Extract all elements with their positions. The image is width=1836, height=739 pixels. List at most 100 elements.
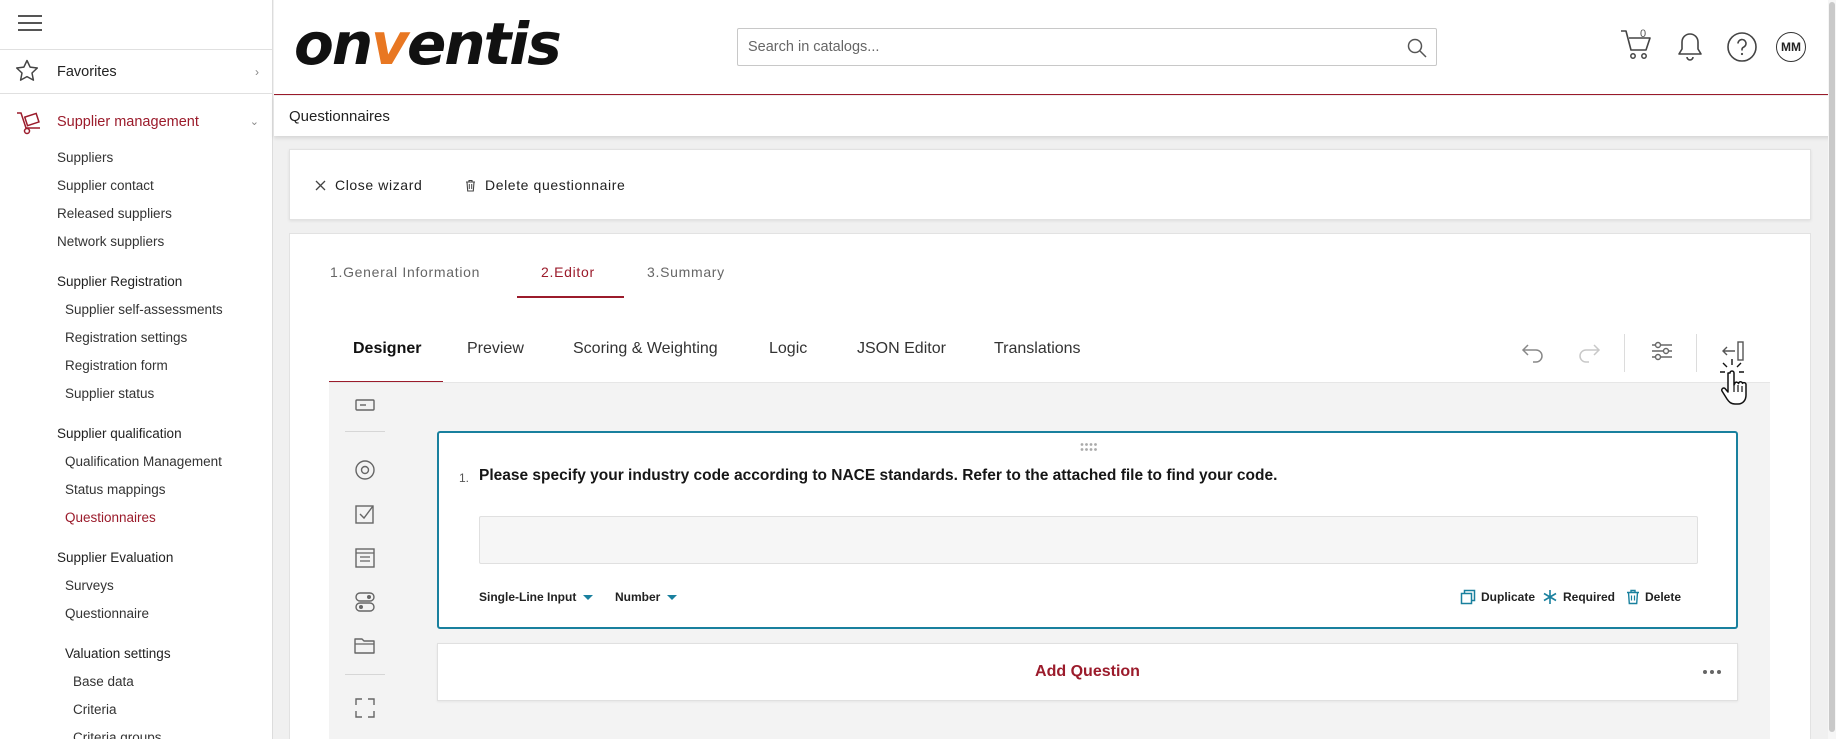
- tab-translations[interactable]: Translations: [994, 340, 1081, 358]
- sidebar-item-criteria-groups[interactable]: Criteria groups: [73, 730, 162, 739]
- help-icon[interactable]: [1726, 31, 1758, 68]
- designer-area: 1. Please specify your industry code acc…: [329, 383, 1770, 739]
- settings-sliders-icon[interactable]: [1648, 337, 1676, 370]
- input-type-dropdown[interactable]: Number: [615, 590, 678, 604]
- sidebar-item-label: Favorites: [57, 64, 117, 80]
- active-step-indicator: [517, 296, 624, 298]
- delete-questionnaire-button[interactable]: Delete questionnaire: [465, 177, 625, 193]
- logo-text: entis: [406, 10, 562, 78]
- toolbar-divider: [1624, 334, 1625, 372]
- sidebar-heading-valuation[interactable]: Valuation settings: [65, 646, 171, 661]
- sidebar-item-questionnaire[interactable]: Questionnaire: [65, 606, 149, 621]
- duplicate-button[interactable]: Duplicate: [1460, 589, 1535, 605]
- page-scrollbar[interactable]: [1828, 0, 1836, 739]
- radio-group-icon[interactable]: [353, 458, 377, 487]
- sidebar-item-self-assessments[interactable]: Supplier self-assessments: [65, 302, 223, 317]
- hand-pointer-cursor-icon: [1718, 357, 1754, 412]
- wizard-card: 1.General Information 2.Editor 3.Summary…: [289, 233, 1811, 739]
- checkbox-icon[interactable]: [353, 502, 377, 531]
- hand-truck-icon: [14, 110, 44, 141]
- toolbox-divider: [345, 674, 385, 675]
- input-type-label: Number: [615, 590, 661, 604]
- more-options-icon[interactable]: [1703, 670, 1721, 674]
- logo-accent: v: [371, 10, 409, 78]
- close-wizard-label: Close wizard: [335, 177, 423, 193]
- tab-scoring-weighting[interactable]: Scoring & Weighting: [573, 340, 718, 358]
- sidebar-item-network-suppliers[interactable]: Network suppliers: [57, 234, 164, 249]
- sidebar-item-status-mappings[interactable]: Status mappings: [65, 482, 166, 497]
- sidebar-item-released-suppliers[interactable]: Released suppliers: [57, 206, 172, 221]
- question-toolbox: [329, 383, 402, 739]
- add-question-bar: Add Question: [437, 643, 1738, 701]
- comment-box-icon[interactable]: [353, 546, 377, 575]
- asterisk-icon: [1543, 590, 1557, 604]
- question-number: 1.: [459, 471, 470, 485]
- caret-down-icon: [667, 594, 678, 600]
- sidebar: Favorites › Supplier management ⌄ Suppli…: [0, 0, 273, 739]
- hamburger-menu-icon[interactable]: [18, 15, 42, 33]
- question-type-dropdown[interactable]: Single-Line Input: [479, 590, 594, 604]
- sidebar-item-supplier-management[interactable]: Supplier management ⌄: [0, 106, 272, 141]
- step-summary[interactable]: 3.Summary: [647, 264, 725, 280]
- user-avatar[interactable]: MM: [1776, 32, 1806, 62]
- redo-icon[interactable]: [1575, 337, 1603, 370]
- scrollbar-thumb[interactable]: [1829, 2, 1835, 732]
- delete-question-button[interactable]: Delete: [1626, 589, 1681, 605]
- sidebar-item-supplier-status[interactable]: Supplier status: [65, 386, 154, 401]
- close-wizard-button[interactable]: Close wizard: [315, 177, 422, 193]
- question-answer-input[interactable]: [479, 516, 1698, 564]
- app-header: onventis 0 MM: [274, 0, 1836, 95]
- sidebar-item-registration-settings[interactable]: Registration settings: [65, 330, 187, 345]
- close-icon: [315, 180, 326, 190]
- single-line-input-icon[interactable]: [353, 393, 377, 422]
- sidebar-item-suppliers[interactable]: Suppliers: [57, 150, 113, 165]
- trash-icon: [1627, 589, 1639, 605]
- search-icon[interactable]: [1406, 37, 1428, 64]
- expand-fullscreen-icon[interactable]: [353, 696, 377, 725]
- star-icon: [14, 58, 40, 89]
- delete-label: Delete: [1645, 590, 1682, 604]
- step-editor[interactable]: 2.Editor: [541, 264, 595, 280]
- sidebar-item-label: Supplier management: [57, 114, 199, 130]
- trash-icon: [466, 179, 475, 192]
- sidebar-item-criteria[interactable]: Criteria: [73, 702, 117, 717]
- chevron-down-icon: ⌄: [249, 116, 259, 128]
- search-input[interactable]: [738, 29, 1378, 65]
- onventis-logo[interactable]: onventis: [294, 10, 562, 78]
- sidebar-item-questionnaires[interactable]: Questionnaires: [65, 510, 156, 525]
- drag-handle-icon[interactable]: [1079, 439, 1097, 457]
- bell-icon[interactable]: [1674, 30, 1706, 69]
- chevron-right-icon: ›: [255, 65, 259, 79]
- undo-icon[interactable]: [1519, 337, 1547, 370]
- step-general-information[interactable]: 1.General Information: [330, 264, 480, 280]
- sidebar-heading-evaluation[interactable]: Supplier Evaluation: [57, 550, 173, 565]
- question-title[interactable]: Please specify your industry code accord…: [479, 467, 1277, 485]
- sidebar-item-surveys[interactable]: Surveys: [65, 578, 114, 593]
- add-question-button[interactable]: Add Question: [438, 663, 1737, 681]
- tab-preview[interactable]: Preview: [467, 340, 524, 358]
- sidebar-heading-qualification[interactable]: Supplier qualification: [57, 426, 182, 441]
- sidebar-divider: [0, 93, 272, 94]
- required-toggle[interactable]: Required: [1542, 589, 1615, 605]
- sidebar-item-supplier-contact[interactable]: Supplier contact: [57, 178, 154, 193]
- sidebar-item-base-data[interactable]: Base data: [73, 674, 134, 689]
- duplicate-label: Duplicate: [1481, 590, 1536, 604]
- wizard-toolbar: Close wizard Delete questionnaire: [289, 149, 1811, 220]
- tab-json-editor[interactable]: JSON Editor: [857, 340, 946, 358]
- sidebar-item-qualification-management[interactable]: Qualification Management: [65, 454, 222, 469]
- question-type-label: Single-Line Input: [479, 590, 577, 604]
- sidebar-item-registration-form[interactable]: Registration form: [65, 358, 168, 373]
- logo-text: on: [294, 10, 373, 78]
- question-card[interactable]: 1. Please specify your industry code acc…: [437, 431, 1738, 629]
- sidebar-heading-registration[interactable]: Supplier Registration: [57, 274, 182, 289]
- sidebar-item-favorites[interactable]: Favorites ›: [0, 50, 272, 92]
- toolbox-divider: [345, 431, 385, 432]
- toggle-boolean-icon[interactable]: [353, 590, 377, 619]
- tab-logic[interactable]: Logic: [769, 340, 807, 358]
- delete-questionnaire-label: Delete questionnaire: [485, 177, 626, 193]
- caret-down-icon: [583, 594, 594, 600]
- folder-icon[interactable]: [353, 633, 377, 662]
- toolbar-divider: [1696, 334, 1697, 372]
- tab-designer[interactable]: Designer: [353, 340, 421, 358]
- required-label: Required: [1563, 590, 1616, 604]
